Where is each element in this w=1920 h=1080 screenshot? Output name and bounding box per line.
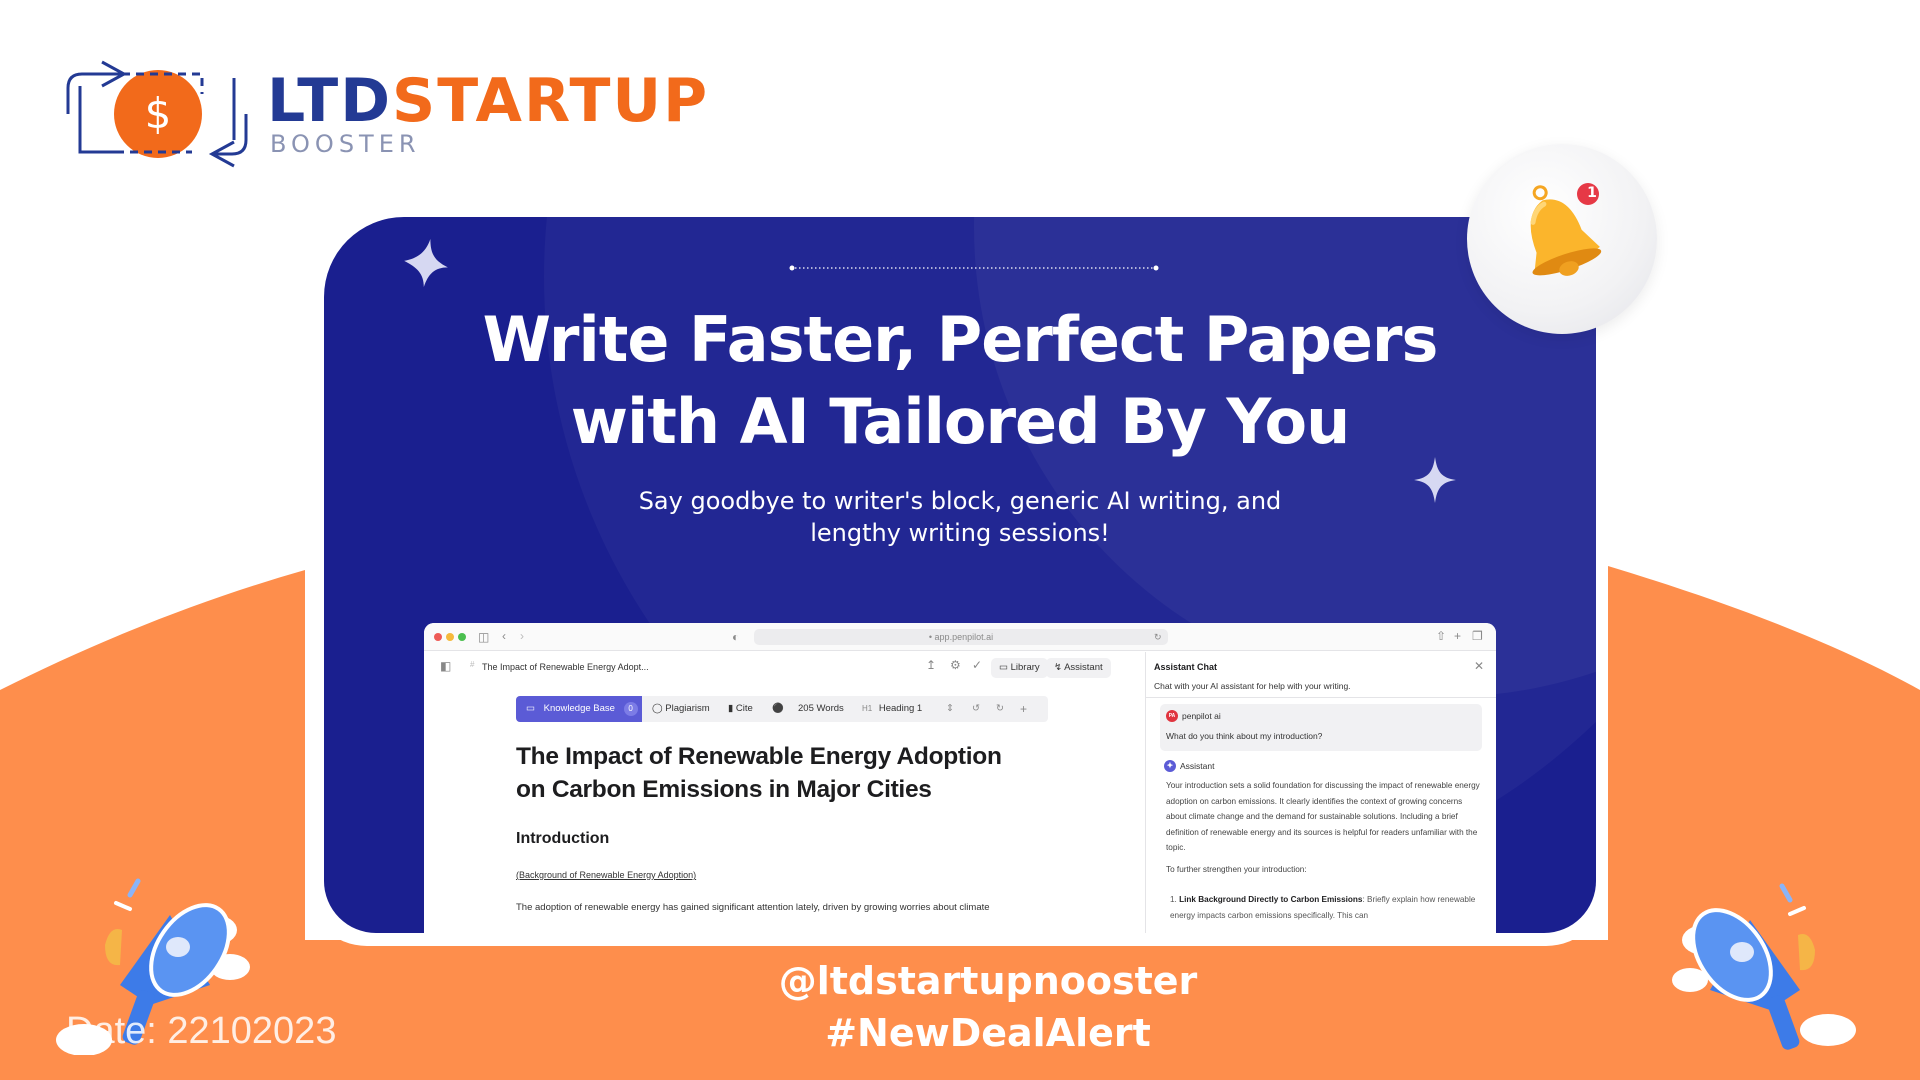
document-paragraph[interactable]: The adoption of renewable energy has gai… (516, 902, 990, 913)
assistant-reply-intro: To further strengthen your introduction: (1166, 865, 1307, 874)
export-icon[interactable]: ↥ (926, 658, 936, 672)
sparkle-icon (404, 239, 448, 287)
reload-icon[interactable]: ↻ (1154, 631, 1162, 643)
redo-icon[interactable]: ↻ (996, 696, 1004, 722)
user-name: penpilot ai (1182, 711, 1221, 721)
shield-check-icon: ◯ (652, 703, 663, 714)
library-button[interactable]: ▭ Library (991, 658, 1048, 678)
section-link[interactable]: (Background of Renewable Energy Adoption… (516, 870, 696, 880)
notification-badge: 1 (1587, 185, 1597, 201)
library-icon: ▭ (999, 662, 1008, 673)
address-bar[interactable]: • app.penpilot.ai (754, 629, 1168, 645)
hero-headline: Write Faster, Perfect Papers with AI Tai… (324, 299, 1596, 463)
assistant-button[interactable]: ↯ Assistant (1046, 658, 1111, 678)
assistant-panel-subtitle: Chat with your AI assistant for help wit… (1154, 681, 1351, 691)
knowledge-base-label: Knowledge Base (543, 703, 615, 714)
undo-icon[interactable]: ↺ (972, 696, 980, 722)
dictation-button[interactable]: ⚫ (772, 696, 784, 722)
document-title[interactable]: The Impact of Renewable Energy Adoption … (516, 740, 1036, 806)
headline-line-2: with AI Tailored By You (570, 385, 1351, 458)
heading-select[interactable]: H1 Heading 1 (862, 696, 922, 722)
assistant-chat-panel: Assistant Chat ✕ Chat with your AI assis… (1145, 652, 1496, 933)
svg-text:$: $ (145, 89, 172, 138)
brand-logo: $ LTDSTARTUP BOOSTER (62, 54, 707, 174)
lock-icon: • (928, 632, 933, 642)
hero-subheadline: Say goodbye to writer's block, generic A… (638, 487, 1282, 547)
shield-icon[interactable]: ◐ (732, 631, 739, 643)
headline-line-1: Write Faster, Perfect Papers (482, 303, 1439, 376)
sparkle-icon (1414, 457, 1456, 503)
add-icon[interactable]: + (1020, 696, 1027, 722)
lightning-icon: ↯ (1054, 662, 1062, 673)
plagiarism-label: Plagiarism (665, 703, 710, 714)
hash-icon: # (470, 660, 475, 669)
list-number: 1. (1170, 895, 1177, 904)
browser-toolbar: ◫ ‹ › ◐ • app.penpilot.ai ↻ ⇧ + ❐ (424, 623, 1496, 651)
select-chevron-icon[interactable]: ⇕ (946, 696, 954, 722)
back-icon[interactable]: ‹ (502, 630, 506, 642)
editor-toolbar: ▭ Knowledge Base 0 ◯ Plagiarism ▮ Cite ⚫… (516, 696, 1048, 722)
assistant-avatar-icon: ✦ (1164, 760, 1176, 772)
heading-tag: H1 (862, 704, 873, 713)
settings-icon[interactable]: ⚙ (950, 658, 961, 672)
user-message: PA penpilot ai What do you think about m… (1160, 704, 1482, 751)
knowledge-base-count: 0 (623, 702, 638, 716)
assistant-reply-text: Your introduction sets a solid foundatio… (1166, 781, 1480, 853)
heading-style-label: Heading 1 (878, 703, 923, 714)
dollar-exchange-icon: $ (66, 60, 248, 168)
bookmark-icon: ▮ (728, 703, 734, 714)
user-avatar: PA (1166, 710, 1178, 722)
hashtag[interactable]: #NewDealAlert (0, 1007, 1920, 1059)
notification-bubble: 1 (1467, 144, 1657, 334)
brand-tagline: BOOSTER (270, 130, 421, 158)
brand-name-ltd: LTD (267, 66, 393, 136)
minimize-window-button[interactable] (446, 633, 454, 641)
url-text: app.penpilot.ai (934, 632, 994, 642)
check-circle-icon[interactable]: ✓ (972, 658, 982, 672)
briefcase-icon: ▭ (526, 703, 535, 714)
section-heading[interactable]: Introduction (516, 830, 609, 848)
document-editor: ◧ # The Impact of Renewable Energy Adopt… (424, 652, 1144, 933)
hero-card: Write Faster, Perfect Papers with AI Tai… (324, 217, 1596, 933)
tabs-icon[interactable]: ❐ (1472, 630, 1483, 642)
brand-name: LTDSTARTUP (267, 66, 709, 136)
app-screenshot-window: ◫ ‹ › ◐ • app.penpilot.ai ↻ ⇧ + ❐ ◧ # Th… (424, 623, 1496, 933)
bell-icon (1530, 183, 1602, 276)
social-tags: @ltdstartupnooster #NewDealAlert (0, 955, 1920, 1059)
decorative-dotted-line (789, 265, 1159, 271)
new-tab-icon[interactable]: + (1454, 630, 1461, 642)
plagiarism-button[interactable]: ◯ Plagiarism (652, 696, 710, 722)
user-message-text: What do you think about my introduction? (1166, 731, 1323, 741)
brand-name-startup: STARTUP (392, 66, 710, 136)
maximize-window-button[interactable] (458, 633, 466, 641)
panel-toggle-icon[interactable]: ◧ (440, 659, 451, 673)
knowledge-base-button[interactable]: ▭ Knowledge Base 0 (516, 696, 642, 722)
close-icon[interactable]: ✕ (1474, 659, 1484, 673)
assistant-reply-list-item: 1. Link Background Directly to Carbon Em… (1170, 892, 1480, 923)
document-breadcrumb[interactable]: The Impact of Renewable Energy Adopt... (482, 662, 649, 672)
divider (1146, 697, 1496, 698)
share-icon[interactable]: ⇧ (1436, 630, 1446, 642)
social-handle[interactable]: @ltdstartupnooster (0, 955, 1920, 1007)
assistant-name: Assistant (1180, 761, 1215, 771)
close-window-button[interactable] (434, 633, 442, 641)
cite-button[interactable]: ▮ Cite (728, 696, 753, 722)
word-count: 205 Words (798, 703, 844, 714)
microphone-icon: ⚫ (772, 703, 784, 714)
assistant-label: Assistant (1064, 662, 1103, 673)
assistant-panel-title: Assistant Chat (1154, 662, 1218, 672)
sidebar-toggle-icon[interactable]: ◫ (478, 631, 489, 643)
library-label: Library (1010, 662, 1040, 673)
cite-label: Cite (735, 703, 753, 714)
list-item-title: Link Background Directly to Carbon Emiss… (1179, 895, 1363, 904)
forward-icon[interactable]: › (520, 630, 524, 642)
